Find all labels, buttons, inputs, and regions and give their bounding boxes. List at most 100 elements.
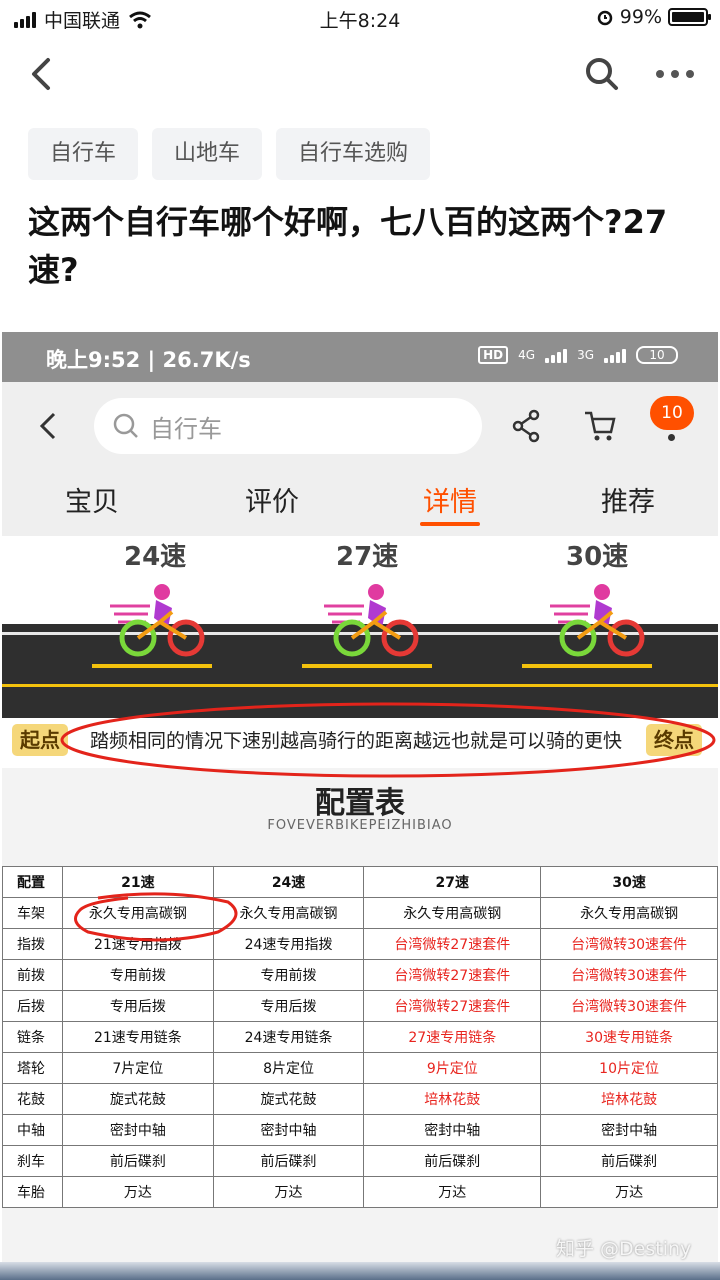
table-cell: 前后碟刹 [212, 1145, 365, 1177]
embedded-tab-review: 评价 [245, 487, 299, 518]
config-table: 配置 21速 24速 27速 30速 车架 永久专用高碳钢 永久专用高碳钢 永久… [2, 866, 718, 1208]
badge-dot [668, 434, 675, 441]
battery-percent: 99% [619, 6, 662, 28]
table-cell: 前后碟刹 [540, 1145, 718, 1177]
embedded-tabs: 宝贝 评价 详情 推荐 [2, 480, 718, 536]
table-cell: 27速专用链条 [363, 1021, 542, 1053]
question-image[interactable]: 晚上9:52 | 26.7K/s HD 4G 3G 10 自行车 10 宝贝 评… [2, 332, 718, 1280]
table-cell: 后拨 [2, 990, 63, 1022]
table-row: 前拨 专用前拨 专用前拨 台湾微转27速套件 台湾微转30速套件 [2, 959, 718, 991]
alarm-icon [597, 10, 613, 26]
table-cell: 车架 [2, 897, 63, 929]
table-header-cell: 30速 [540, 866, 718, 898]
topic-tags: 自行车 山地车 自行车选购 [28, 128, 431, 180]
config-subtitle: FOVEVERBIKEPEIZHIBIAO [267, 818, 453, 833]
table-cell: 刹车 [2, 1145, 63, 1177]
table-cell: 密封中轴 [62, 1114, 214, 1146]
table-cell: 万达 [62, 1176, 214, 1208]
embedded-tab-recommend: 推荐 [601, 487, 655, 518]
cart-icon [585, 411, 616, 441]
network-3g-icon: 3G [577, 348, 594, 362]
speed-label-27: 27速 [336, 542, 399, 572]
cyclist-icon [110, 584, 205, 657]
tag-mountain-bike[interactable]: 山地车 [152, 128, 263, 180]
table-row: 刹车 前后碟刹 前后碟刹 前后碟刹 前后碟刹 [2, 1145, 718, 1177]
embedded-search-icon [113, 413, 138, 438]
speed-banner: 24速 27速 30速 [2, 536, 718, 720]
red-circle-annotation-frame [74, 892, 238, 942]
red-circle-annotation [60, 702, 716, 778]
table-row: 后拨 专用后拨 专用后拨 台湾微转27速套件 台湾微转30速套件 [2, 990, 718, 1022]
config-title: 配置表 [315, 786, 405, 821]
table-cell: 花鼓 [2, 1083, 63, 1115]
speed-label-24: 24速 [124, 542, 187, 572]
zhihu-watermark: 知乎 @Destiny [556, 1238, 692, 1260]
table-cell: 7片定位 [62, 1052, 214, 1084]
table-cell: 前拨 [2, 959, 63, 991]
embedded-status-bar: 晚上9:52 | 26.7K/s HD 4G 3G 10 [2, 332, 718, 382]
table-cell: 万达 [540, 1176, 718, 1208]
table-cell: 培林花鼓 [540, 1083, 718, 1115]
embedded-tab-detail: 详情 [390, 480, 510, 526]
table-cell: 指拨 [2, 928, 63, 960]
cyclist-icon [550, 584, 645, 657]
tag-bike-buying[interactable]: 自行车选购 [276, 128, 431, 180]
table-cell: 台湾微转27速套件 [363, 990, 542, 1022]
status-bar: 中国联通 上午8:24 99% [0, 0, 720, 36]
embedded-time: 晚上9:52 | 26.7K/s [46, 348, 251, 372]
table-header-cell: 配置 [2, 866, 63, 898]
table-cell: 密封中轴 [212, 1114, 365, 1146]
table-header-cell: 27速 [363, 866, 542, 898]
embedded-search-box: 自行车 [94, 398, 482, 454]
tag-bicycle[interactable]: 自行车 [28, 128, 139, 180]
battery-icon [668, 8, 711, 26]
network-4g-icon: 4G [518, 348, 536, 362]
table-cell: 8片定位 [212, 1052, 365, 1084]
embedded-status-icons: HD 4G 3G 10 [478, 346, 678, 364]
embedded-tab-item: 宝贝 [65, 487, 119, 518]
table-cell: 万达 [363, 1176, 542, 1208]
table-cell: 密封中轴 [540, 1114, 718, 1146]
share-icon [512, 409, 540, 443]
table-cell: 旋式花鼓 [62, 1083, 214, 1115]
top-nav [0, 46, 720, 102]
table-cell: 台湾微转27速套件 [363, 959, 542, 991]
table-cell: 永久专用高碳钢 [363, 897, 542, 929]
table-cell: 21速专用链条 [62, 1021, 214, 1053]
table-cell: 链条 [2, 1021, 63, 1053]
search-icon[interactable] [582, 54, 622, 94]
table-cell: 台湾微转30速套件 [540, 990, 718, 1022]
table-cell: 培林花鼓 [363, 1083, 542, 1115]
table-cell: 台湾微转30速套件 [540, 959, 718, 991]
table-cell: 前后碟刹 [62, 1145, 214, 1177]
back-button[interactable] [22, 54, 62, 94]
embedded-signal-icon [545, 347, 568, 363]
table-row: 花鼓 旋式花鼓 旋式花鼓 培林花鼓 培林花鼓 [2, 1083, 718, 1115]
table-cell: 9片定位 [363, 1052, 542, 1084]
table-cell: 旋式花鼓 [212, 1083, 365, 1115]
table-cell: 10片定位 [540, 1052, 718, 1084]
table-cell: 30速专用链条 [540, 1021, 718, 1053]
table-cell: 塔轮 [2, 1052, 63, 1084]
table-cell: 24速专用链条 [212, 1021, 365, 1053]
more-icon[interactable] [652, 54, 698, 94]
embedded-search-text: 自行车 [150, 414, 222, 443]
table-cell: 前后碟刹 [363, 1145, 542, 1177]
embedded-back-icon [39, 412, 56, 440]
table-row: 车胎 万达 万达 万达 万达 [2, 1176, 718, 1208]
cyclist-icon [324, 584, 419, 657]
table-cell: 台湾微转30速套件 [540, 928, 718, 960]
table-cell: 万达 [212, 1176, 365, 1208]
table-cell: 车胎 [2, 1176, 63, 1208]
cart-badge: 10 [650, 396, 694, 430]
embedded-battery-icon: 10 [636, 346, 678, 364]
battery-area: 99% [596, 6, 711, 28]
question-title: 这两个自行车哪个好啊，七八百的这两个?27速? [28, 203, 668, 289]
table-cell: 专用前拨 [212, 959, 365, 991]
table-cell: 密封中轴 [363, 1114, 542, 1146]
table-row: 塔轮 7片定位 8片定位 9片定位 10片定位 [2, 1052, 718, 1084]
table-cell: 专用前拨 [62, 959, 214, 991]
embedded-signal2-icon [604, 347, 626, 363]
table-row: 链条 21速专用链条 24速专用链条 27速专用链条 30速专用链条 [2, 1021, 718, 1053]
table-cell: 专用后拨 [212, 990, 365, 1022]
